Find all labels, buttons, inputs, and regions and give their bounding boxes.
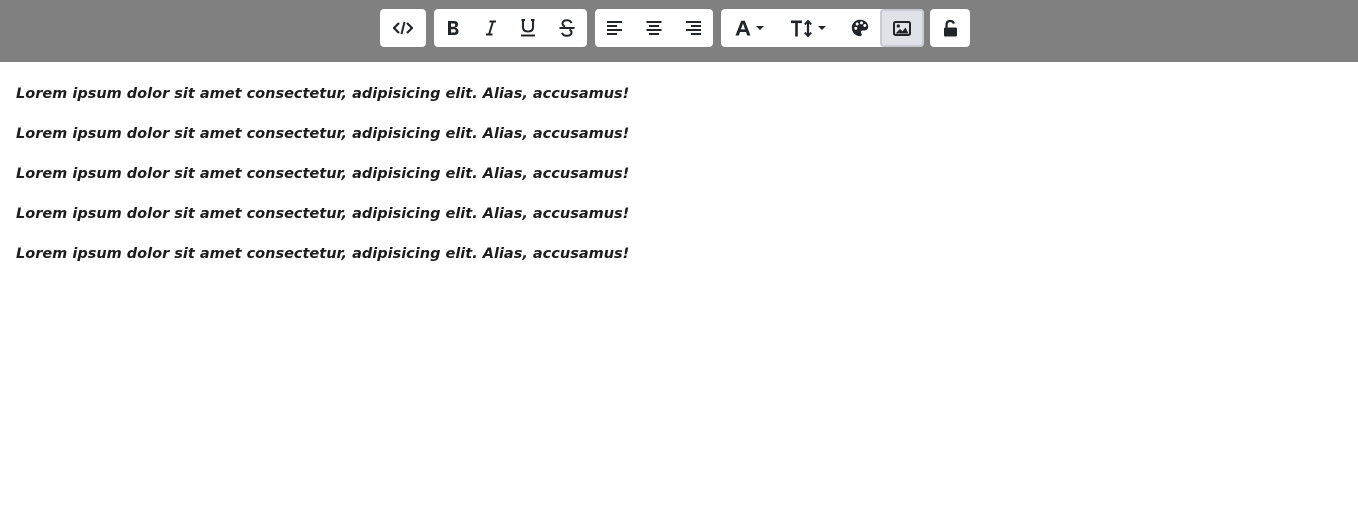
text-paragraph: Lorem ipsum dolor sit amet consectetur, … [16,246,630,262]
unlock-icon [943,19,958,37]
palette-icon [851,19,869,37]
text-paragraph: Lorem ipsum dolor sit amet consectetur, … [16,126,630,142]
text-height-icon [790,19,813,37]
code-icon [393,21,413,35]
unlock-button[interactable] [930,9,970,47]
font-size-dropdown[interactable] [777,9,839,47]
align-center-button[interactable] [635,9,673,47]
style-button-group [721,9,924,47]
text-paragraph: Lorem ipsum dolor sit amet consectetur, … [16,166,630,182]
code-button-group [380,9,426,47]
align-right-icon [685,21,701,35]
underline-button[interactable] [509,9,547,47]
format-button-group [434,9,587,47]
bold-button[interactable] [434,9,472,47]
chevron-down-icon [817,26,826,30]
lock-button-group [930,9,970,47]
insert-image-button[interactable] [880,9,924,47]
font-color-icon [735,20,751,36]
strikethrough-icon [559,19,575,37]
strikethrough-button[interactable] [547,9,587,47]
editor-toolbar [0,0,1358,62]
underline-icon [520,19,536,37]
editor-content-area[interactable]: Lorem ipsum dolor sit amet consectetur, … [16,84,1336,284]
text-paragraph: Lorem ipsum dolor sit amet consectetur, … [16,206,630,222]
text-paragraph: Lorem ipsum dolor sit amet consectetur, … [16,86,630,102]
image-icon [893,20,911,36]
bold-icon [447,20,459,36]
align-center-icon [646,21,662,35]
align-left-icon [607,21,623,35]
font-color-dropdown[interactable] [721,9,777,47]
align-button-group [595,9,713,47]
italic-button[interactable] [472,9,509,47]
italic-icon [485,20,497,36]
chevron-down-icon [755,26,764,30]
align-left-button[interactable] [595,9,635,47]
align-right-button[interactable] [673,9,713,47]
color-palette-button[interactable] [839,9,880,47]
code-view-button[interactable] [380,9,426,47]
